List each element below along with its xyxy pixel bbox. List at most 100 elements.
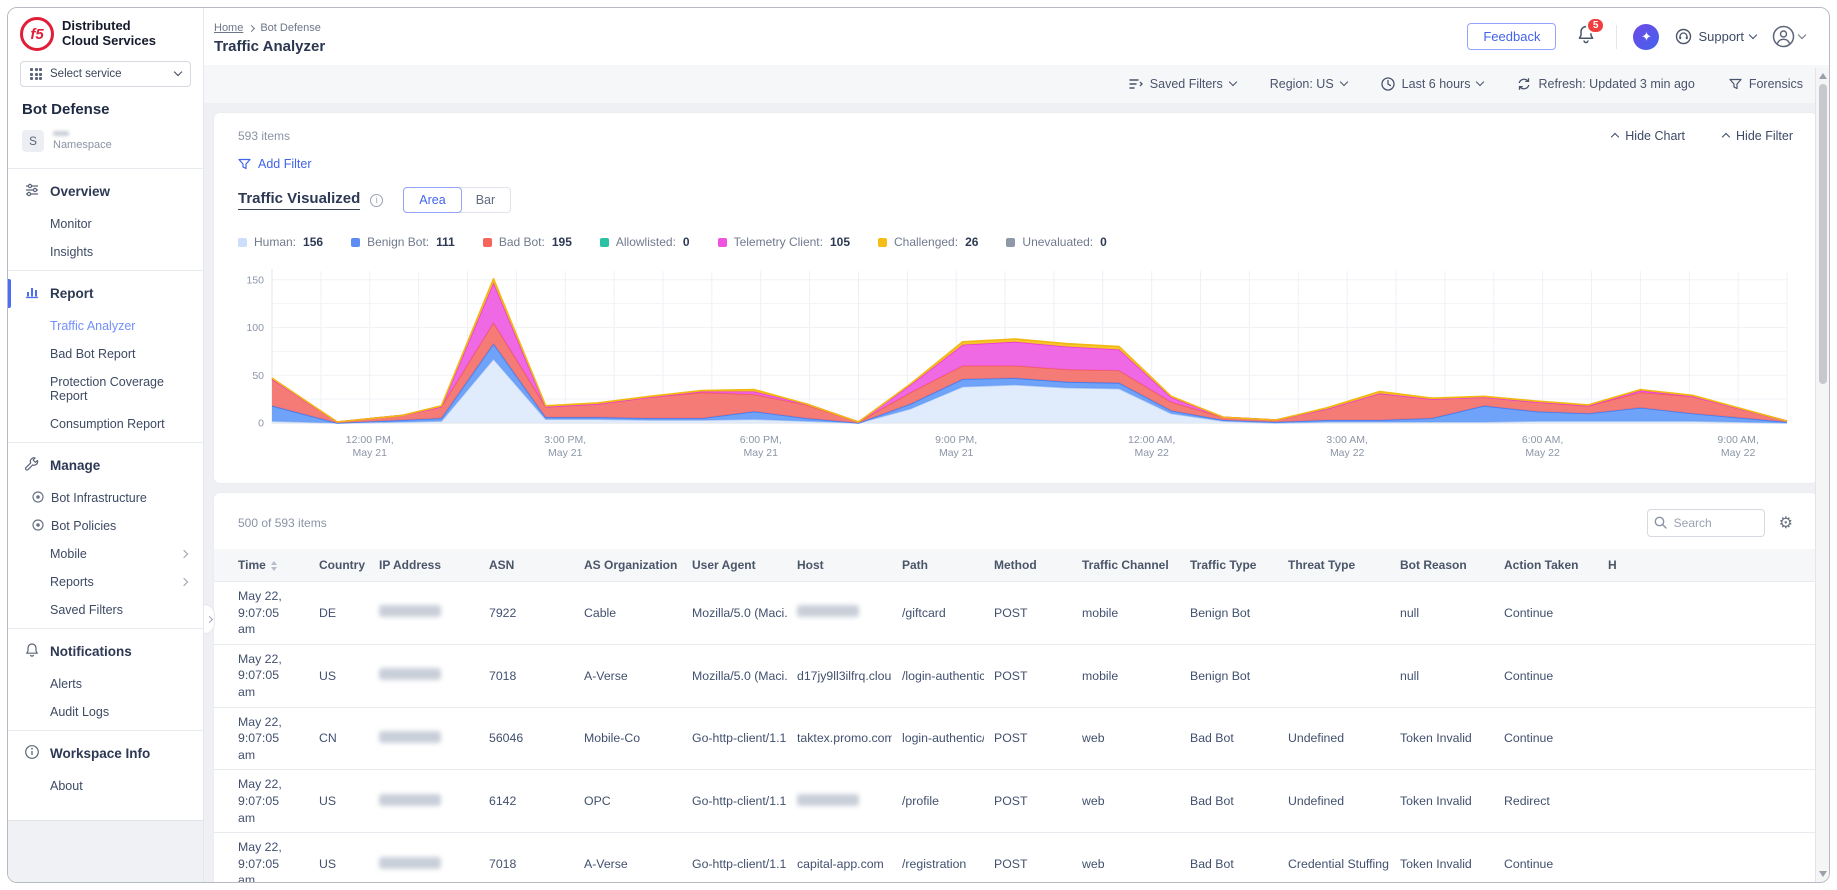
redacted-value: [797, 793, 859, 806]
sidebar-item-insights[interactable]: Insights: [8, 238, 203, 266]
svg-text:0: 0: [258, 418, 264, 430]
sidebar-section-overview[interactable]: Overview: [8, 173, 203, 210]
column-header-threat-type: Threat Type: [1278, 549, 1390, 582]
sidebar-section-report[interactable]: Report: [8, 275, 203, 312]
sidebar-item-protection-coverage-report[interactable]: Protection Coverage Report: [8, 368, 203, 410]
table-row[interactable]: May 22, 9:07:05 am CN 56046 Mobile-Co Go-htt…: [214, 706, 1817, 770]
legend-item-challenged[interactable]: Challenged: 26: [878, 235, 978, 249]
legend-item-telemetry-client[interactable]: Telemetry Client: 105: [717, 235, 850, 249]
refresh-icon: [1519, 78, 1530, 90]
hide-filter-button[interactable]: Hide Filter: [1721, 129, 1793, 143]
sidebar-item-audit-logs[interactable]: Audit Logs: [8, 698, 203, 726]
svg-text:6:00 PM,: 6:00 PM,: [740, 434, 782, 446]
sidebar-item-saved-filters[interactable]: Saved Filters: [8, 596, 203, 624]
sidebar-item-reports[interactable]: Reports: [8, 568, 203, 596]
sidebar-item-mobile[interactable]: Mobile: [8, 540, 203, 568]
sidebar-section-manage[interactable]: Manage: [8, 447, 203, 484]
table-count: 500 of 593 items: [238, 516, 327, 530]
scrollbar-thumb[interactable]: [1818, 84, 1827, 384]
sidebar-section-notifications[interactable]: Notifications: [8, 633, 203, 670]
legend-item-bad-bot[interactable]: Bad Bot: 195: [482, 235, 572, 249]
overview-icon: [24, 182, 40, 201]
column-header-traffic-type: Traffic Type: [1180, 549, 1278, 582]
sidebar-item-bad-bot-report[interactable]: Bad Bot Report: [8, 340, 203, 368]
sidebar-item-consumption-report[interactable]: Consumption Report: [8, 410, 203, 438]
table-cell: Bad Bot: [1180, 832, 1278, 882]
sort-icon[interactable]: [270, 560, 277, 571]
namespace-label: Namespace: [53, 139, 112, 151]
svg-text:May 21: May 21: [743, 447, 778, 459]
saved-filters-dropdown[interactable]: Saved Filters: [1129, 77, 1237, 91]
feedback-button[interactable]: Feedback: [1467, 23, 1557, 50]
table-cell: Continue: [1494, 581, 1598, 645]
sidebar-item-traffic-analyzer[interactable]: Traffic Analyzer: [8, 312, 203, 340]
chart-legend: Human: 156 Benign Bot: 111 Bad Bot: 195 All…: [238, 235, 1793, 249]
user-menu[interactable]: [1772, 25, 1807, 48]
legend-swatch: [878, 237, 887, 247]
legend-swatch: [1006, 237, 1016, 247]
table-row[interactable]: May 22, 9:07:05 am US 6142 OPC Go-http-clien…: [214, 769, 1817, 833]
view-area-button[interactable]: Area: [403, 187, 462, 213]
table-cell: mobile: [1072, 581, 1180, 645]
ai-assistant-button[interactable]: ✦: [1633, 23, 1660, 50]
table-row[interactable]: May 22, 9:07:05 am US 7018 A-Verse Go-http-c…: [214, 832, 1817, 882]
table-cell: Bad Bot: [1180, 769, 1278, 833]
table-cell: [1278, 581, 1390, 645]
legend-item-unevaluated[interactable]: Unevaluated: 0: [1006, 235, 1107, 249]
region-dropdown[interactable]: Region: US: [1270, 77, 1348, 91]
sidebar-item-bot-infrastructure[interactable]: Bot Infrastructure: [8, 484, 203, 512]
chart-title[interactable]: Traffic Visualized: [238, 190, 361, 210]
column-header-country: Country: [309, 549, 369, 582]
namespace-selector[interactable]: S Namespace: [8, 128, 203, 164]
vertical-scrollbar[interactable]: [1815, 68, 1829, 882]
view-bar-button[interactable]: Bar: [461, 188, 510, 212]
f5-logo-icon: f5: [20, 17, 54, 51]
table-search: [1646, 509, 1765, 537]
scroll-down-arrow-icon[interactable]: [1818, 871, 1827, 877]
svg-text:May 21: May 21: [353, 447, 388, 459]
table-cell: US: [309, 769, 369, 833]
table-cell: [1278, 643, 1390, 708]
table-settings-gear-icon[interactable]: ⚙: [1779, 513, 1793, 533]
column-header-time[interactable]: Time: [214, 549, 309, 582]
table-cell: mobile: [1072, 643, 1180, 708]
sidebar-item-about[interactable]: About: [8, 772, 203, 800]
info-icon: [24, 744, 40, 763]
table-row[interactable]: May 22, 9:07:05 am DE 7922 Cable Mozilla/5.0…: [214, 581, 1817, 645]
table-row[interactable]: May 22, 9:07:05 am US 7018 A-Verse Mozilla/5…: [214, 643, 1817, 708]
time-range-dropdown[interactable]: Last 6 hours: [1381, 77, 1485, 91]
table-cell: POST: [984, 643, 1072, 708]
support-menu[interactable]: Support: [1675, 28, 1758, 45]
legend-item-human[interactable]: Human: 156: [238, 235, 323, 249]
breadcrumb-home-link[interactable]: Home: [214, 22, 243, 34]
svg-text:12:00 PM,: 12:00 PM,: [346, 434, 394, 446]
table-cell: [1598, 769, 1817, 833]
add-filter-button[interactable]: Add Filter: [238, 157, 1793, 171]
svg-text:12:00 AM,: 12:00 AM,: [1128, 434, 1175, 446]
table-header-row: Time Country IP Address ASN AS Organization U…: [214, 549, 1817, 582]
select-service-dropdown[interactable]: Select service: [20, 61, 191, 87]
svg-text:50: 50: [252, 370, 264, 382]
table-cell: Redirect: [1494, 769, 1598, 833]
forensics-button[interactable]: Forensics: [1729, 77, 1803, 91]
table-cell: web: [1072, 706, 1180, 770]
legend-item-allowlisted[interactable]: Allowlisted: 0: [599, 235, 690, 249]
legend-item-benign-bot[interactable]: Benign Bot: 111: [351, 235, 455, 249]
sidebar-item-monitor[interactable]: Monitor: [8, 210, 203, 238]
apps-grid-icon: [30, 68, 42, 80]
column-header-action-taken: Action Taken: [1494, 549, 1598, 582]
sidebar-section-workspace-info[interactable]: Workspace Info: [8, 735, 203, 772]
refresh-button[interactable]: Refresh: Updated 3 min ago: [1517, 77, 1695, 91]
sidebar-item-bot-policies[interactable]: Bot Policies: [8, 512, 203, 540]
table-cell: 7018: [479, 643, 574, 708]
hide-chart-button[interactable]: Hide Chart: [1611, 129, 1685, 143]
notifications-bell-button[interactable]: 5: [1576, 16, 1606, 50]
sidebar-item-alerts[interactable]: Alerts: [8, 670, 203, 698]
scroll-up-arrow-icon[interactable]: [1818, 73, 1827, 79]
sidebar-nav: Overview Monitor Insights Report Traffic Ana…: [8, 164, 203, 820]
svg-text:May 22: May 22: [1330, 447, 1365, 459]
table-cell: Token Invalid: [1390, 832, 1494, 882]
chevron-right-icon: [179, 549, 189, 559]
table-cell: Benign Bot: [1180, 581, 1278, 645]
legend-swatch: [717, 237, 727, 247]
